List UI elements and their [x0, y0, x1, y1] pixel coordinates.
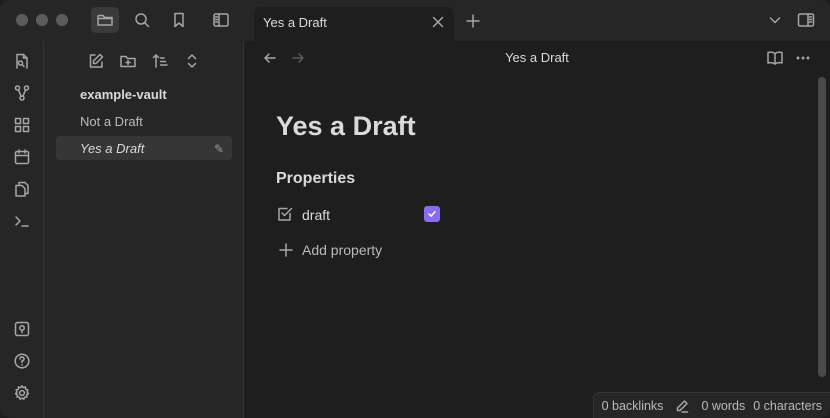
help-icon[interactable] [13, 352, 31, 370]
draft-checkbox[interactable] [424, 206, 440, 222]
zoom-window-button[interactable] [56, 14, 68, 26]
app-window: Yes a Draft example-vault Not a Draft Ye… [0, 0, 830, 418]
file-item-yes-a-draft[interactable]: Yes a Draft ✎ [56, 136, 232, 160]
folder-icon [97, 14, 113, 26]
files-view-button[interactable] [91, 7, 119, 33]
close-window-button[interactable] [16, 14, 28, 26]
reading-view-icon[interactable] [766, 50, 784, 66]
view-header-title[interactable]: Yes a Draft [244, 50, 830, 65]
new-note-icon[interactable] [87, 52, 105, 70]
terminal-icon[interactable] [13, 212, 31, 230]
title-bar-left [0, 0, 244, 41]
pencil-icon: ✎ [213, 142, 224, 156]
toggle-left-sidebar-button[interactable] [207, 7, 235, 33]
canvas-icon[interactable] [13, 116, 31, 134]
bookmarks-view-button[interactable] [165, 7, 193, 33]
file-item-label: Not a Draft [80, 114, 143, 129]
tab-title: Yes a Draft [263, 15, 327, 30]
properties-heading[interactable]: Properties [276, 170, 355, 188]
close-tab-icon[interactable] [430, 14, 446, 30]
property-key[interactable]: draft [302, 207, 330, 223]
new-tab-icon[interactable] [464, 12, 482, 30]
tab-active[interactable]: Yes a Draft [254, 7, 454, 41]
calendar-icon[interactable] [13, 148, 31, 166]
search-icon [135, 13, 150, 28]
search-view-button[interactable] [128, 7, 156, 33]
minimize-window-button[interactable] [36, 14, 48, 26]
plus-icon [279, 243, 293, 257]
scrollbar[interactable] [818, 77, 826, 377]
sidebar-left-icon [213, 13, 229, 27]
backlinks-count[interactable]: 0 backlinks [602, 399, 664, 413]
new-folder-icon[interactable] [119, 52, 137, 70]
templates-icon[interactable] [13, 180, 31, 198]
vault-switcher-icon[interactable] [13, 320, 31, 338]
status-bar: 0 backlinks 0 words 0 characters [592, 392, 830, 418]
editor-pane: Yes a Draft Yes a Draft Properties draft… [244, 41, 830, 418]
character-count: 0 characters [753, 398, 822, 413]
graph-view-icon[interactable] [13, 84, 31, 102]
sort-order-icon[interactable] [151, 52, 169, 70]
checkbox-property-icon[interactable] [276, 205, 294, 223]
property-row-draft: draft [276, 204, 476, 226]
file-explorer: example-vault Not a Draft Yes a Draft ✎ [44, 41, 244, 418]
settings-gear-icon[interactable] [13, 384, 31, 402]
inline-title[interactable]: Yes a Draft [276, 111, 416, 142]
check-icon [428, 211, 436, 217]
sidebar-right-icon[interactable] [797, 11, 815, 29]
editing-mode-icon[interactable] [675, 399, 689, 413]
vault-name: example-vault [80, 87, 167, 102]
open-quick-switcher-icon[interactable] [13, 52, 31, 70]
collapse-all-icon[interactable] [183, 52, 201, 70]
ribbon [0, 41, 44, 418]
word-count: 0 words [701, 398, 746, 413]
file-item-not-a-draft[interactable]: Not a Draft [56, 109, 232, 133]
more-options-icon[interactable] [794, 50, 812, 66]
chevron-down-icon[interactable] [766, 11, 784, 29]
file-item-label: Yes a Draft [80, 141, 145, 156]
add-property-label: Add property [302, 242, 383, 258]
bookmark-icon [174, 12, 184, 28]
